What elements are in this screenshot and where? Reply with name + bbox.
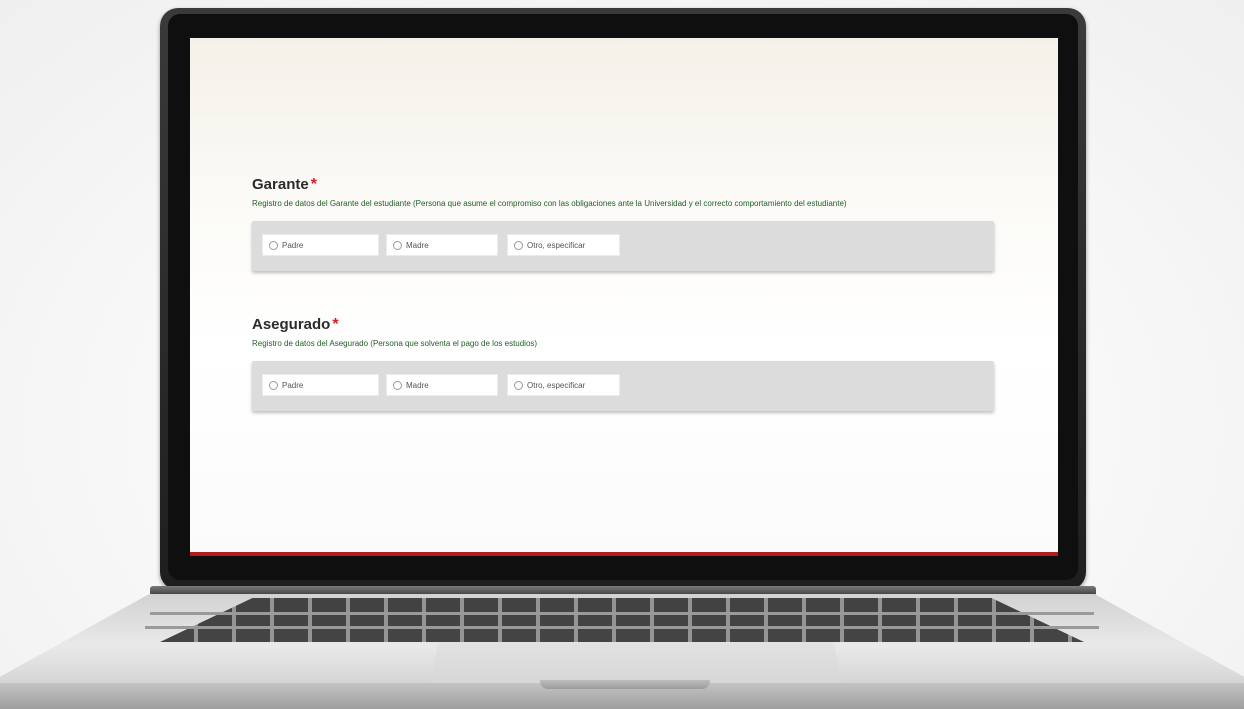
keyboard [160, 598, 1084, 642]
option-label: Padre [282, 380, 304, 390]
keyboard-row [145, 626, 1099, 629]
section-title: Asegurado * [252, 316, 339, 333]
radio-icon[interactable] [269, 380, 278, 390]
radio-option-padre[interactable]: Padre [262, 374, 379, 396]
radio-group-asegurado: Padre Madre Otro, especificar [252, 361, 994, 411]
section-title: Garante * [252, 176, 317, 193]
radio-icon[interactable] [514, 240, 523, 250]
section-description: Registro de datos del Garante del estudi… [252, 199, 847, 208]
radio-icon[interactable] [514, 380, 523, 390]
radio-option-otro[interactable]: Otro, especificar [507, 234, 620, 256]
radio-option-otro[interactable]: Otro, especificar [507, 374, 620, 396]
radio-icon[interactable] [393, 240, 402, 250]
section-asegurado: Asegurado * Registro de datos del Asegura… [252, 316, 994, 411]
required-asterisk: * [310, 176, 317, 193]
option-label: Madre [406, 240, 429, 250]
option-label: Madre [406, 380, 429, 390]
required-asterisk: * [332, 316, 339, 333]
radio-option-madre[interactable]: Madre [386, 234, 498, 256]
laptop-screen: Garante * Registro de datos del Garante d… [190, 38, 1058, 552]
screen-accent-bar [190, 552, 1058, 556]
lid-notch [540, 680, 710, 689]
option-label: Otro, especificar [527, 380, 586, 390]
radio-icon[interactable] [269, 240, 278, 250]
section-description: Registro de datos del Asegurado (Persona… [252, 339, 538, 348]
radio-option-padre[interactable]: Padre [262, 234, 379, 256]
option-label: Padre [282, 240, 304, 250]
option-label: Otro, especificar [527, 240, 586, 250]
radio-option-madre[interactable]: Madre [386, 374, 498, 396]
section-garante: Garante * Registro de datos del Garante d… [252, 176, 994, 271]
keyboard-row [150, 612, 1094, 615]
radio-icon[interactable] [393, 380, 402, 390]
radio-group-garante: Padre Madre Otro, especificar [252, 221, 994, 271]
